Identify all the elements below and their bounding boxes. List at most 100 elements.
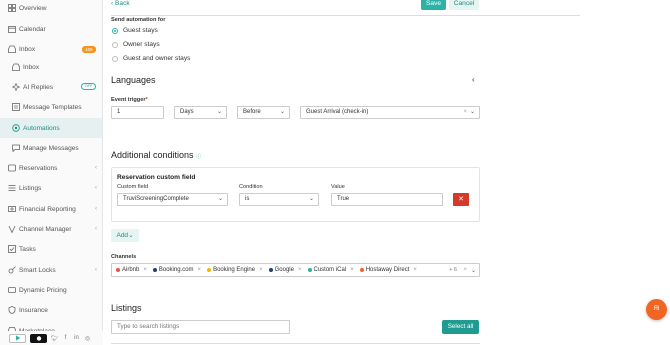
channel-chip-google: Google × [268,267,302,273]
sidebar-item-label: Channel Manager [19,225,72,233]
condition-select[interactable]: is ⌄ [239,193,319,206]
sidebar-item-label: Reservations [19,164,58,172]
sidebar-item-automations[interactable]: Automations [0,118,102,138]
remove-chip-icon[interactable]: × [413,267,417,273]
cancel-button[interactable]: Cancel [449,0,479,10]
sidebar-item-message-templates[interactable]: Message Templates [0,97,102,117]
listings-title: Listings [111,303,142,313]
sparkle-icon [12,83,20,91]
sidebar-item-label: Manage Messages [23,144,79,152]
languages-title: Languages [111,75,156,85]
event-trigger-number-value: 1 [117,109,121,115]
save-button[interactable]: Save [421,0,446,10]
sidebar-item-label: Overview [19,4,47,12]
channel-chip-hostaway-direct: Hostaway Direct × [359,267,417,273]
search-listings-input[interactable]: Type to search listings [111,320,290,334]
required-mark: * [145,97,148,103]
apple-store-icon[interactable] [30,333,47,343]
channel-dot [359,268,364,272]
unread-count-badge: 169 [82,45,96,53]
linkedin-icon[interactable]: in [73,335,80,341]
inbox-sub-icon [12,63,20,71]
channels-select[interactable]: Airbnb × Booking.com × Booking Engine × Goo… [111,263,480,277]
sidebar-item-label: Tasks [19,245,36,253]
event-trigger-event-value: Guest Arrival (check-in) [306,109,369,115]
sidebar-item-inbox-sub[interactable]: Inbox [0,57,102,77]
custom-field-label: Custom field [117,184,149,190]
sidebar-item-insurance[interactable]: Insurance [0,300,102,320]
sidebar-item-manage-messages[interactable]: Manage Messages [0,138,102,158]
sidebar-item-label: Calendar [19,25,46,33]
tasks-icon [8,245,16,253]
sidebar-item-channel-manager[interactable]: Channel Manager ‹ [0,219,102,239]
channel-chip-booking-engine: Booking Engine × [207,267,263,273]
channel-chip-custom-ical: Custom iCal × [307,267,354,273]
ai-replies-toggle[interactable]: OFF [81,83,96,90]
chip-label: Airbnb [122,267,140,273]
sidebar-item-calendar[interactable]: Calendar [0,19,102,39]
value-input[interactable]: True [331,193,443,206]
add-condition-button[interactable]: Add⌄ [111,229,139,242]
clear-icon[interactable]: × [463,267,467,273]
remove-chip-icon[interactable]: × [259,267,263,273]
sidebar-item-financial-reporting[interactable]: Financial Reporting ‹ [0,199,102,219]
sidebar-item-dynamic-pricing[interactable]: Dynamic Pricing [0,280,102,300]
select-all-button[interactable]: Select all [442,320,479,334]
sidebar-footer: 🐦︎ f in ◎ [0,331,103,345]
sidebar-item-inbox[interactable]: Inbox 169 [0,39,102,59]
inbox-icon [8,45,16,53]
event-trigger-number-input[interactable]: 1 [111,106,164,119]
radio-guest-stays[interactable] [112,28,118,34]
list-icon [8,184,16,192]
sidebar-item-label: Message Templates [23,103,82,111]
divider [111,343,480,344]
remove-chip-icon[interactable]: × [198,267,202,273]
event-trigger-label: Event trigger* [111,97,148,103]
sidebar-item-tasks[interactable]: Tasks [0,239,102,259]
custom-field-select[interactable]: TruviScreeningComplete ⌄ [117,193,228,206]
remove-chip-icon[interactable]: × [298,267,302,273]
info-icon[interactable]: ⓘ [196,154,201,160]
sidebar-item-ai-replies[interactable]: AI Replies OFF [0,77,102,97]
google-play-icon[interactable] [9,333,26,343]
chevron-down-icon: ⌄ [470,267,476,274]
sidebar-item-smart-locks[interactable]: Smart Locks ‹ [0,260,102,280]
radio-owner-stays[interactable] [112,42,118,48]
facebook-icon[interactable]: f [62,335,69,341]
chevron-left-icon: ‹ [95,185,97,191]
channel-chip-airbnb: Airbnb × [116,267,147,273]
sidebar-item-label: Inbox [19,45,36,53]
assistant-fab-button[interactable]: ЯI [646,299,667,320]
remove-chip-icon[interactable]: × [143,267,147,273]
chevron-down-icon: ⌄ [469,109,475,115]
sidebar-item-reservations[interactable]: Reservations ‹ [0,158,102,178]
channel-dot [116,268,120,272]
twitter-icon[interactable]: 🐦︎ [51,335,59,342]
condition-label: Condition [239,184,263,190]
insurance-icon [8,306,16,314]
clear-icon[interactable]: × [463,107,467,118]
event-trigger-relation-select[interactable]: Before ⌄ [237,106,290,119]
channel-dot [207,268,212,272]
event-trigger-event-select[interactable]: Guest Arrival (check-in) × ⌄ [300,106,480,119]
channel-chip-booking-com: Booking.com × [152,267,202,273]
chevron-down-icon: ⌄ [216,109,222,115]
delete-condition-button[interactable]: ✕ [453,193,469,206]
sidebar-item-label: Dynamic Pricing [19,286,67,294]
value-label: Value [331,184,345,190]
back-link[interactable]: ‹ Back [111,0,130,7]
sidebar-item-listings[interactable]: Listings ‹ [0,178,102,198]
event-trigger-text: Event trigger [111,97,146,103]
sidebar-item-label: AI Replies [23,83,54,91]
radio-guest-and-owner-stays[interactable] [112,56,118,62]
channels-label: Channels [111,254,137,260]
event-trigger-unit-select[interactable]: Days ⌄ [174,106,227,119]
remove-chip-icon[interactable]: × [350,267,354,273]
instagram-icon[interactable]: ◎ [84,335,91,342]
sidebar-item-overview[interactable]: Overview [0,0,102,18]
chip-label: Custom iCal [313,267,347,273]
radio-label: Guest and owner stays [123,55,191,62]
chevron-left-icon[interactable]: ‹ [472,75,475,84]
template-icon [12,103,20,111]
condition-card-title: Reservation custom field [117,174,196,181]
